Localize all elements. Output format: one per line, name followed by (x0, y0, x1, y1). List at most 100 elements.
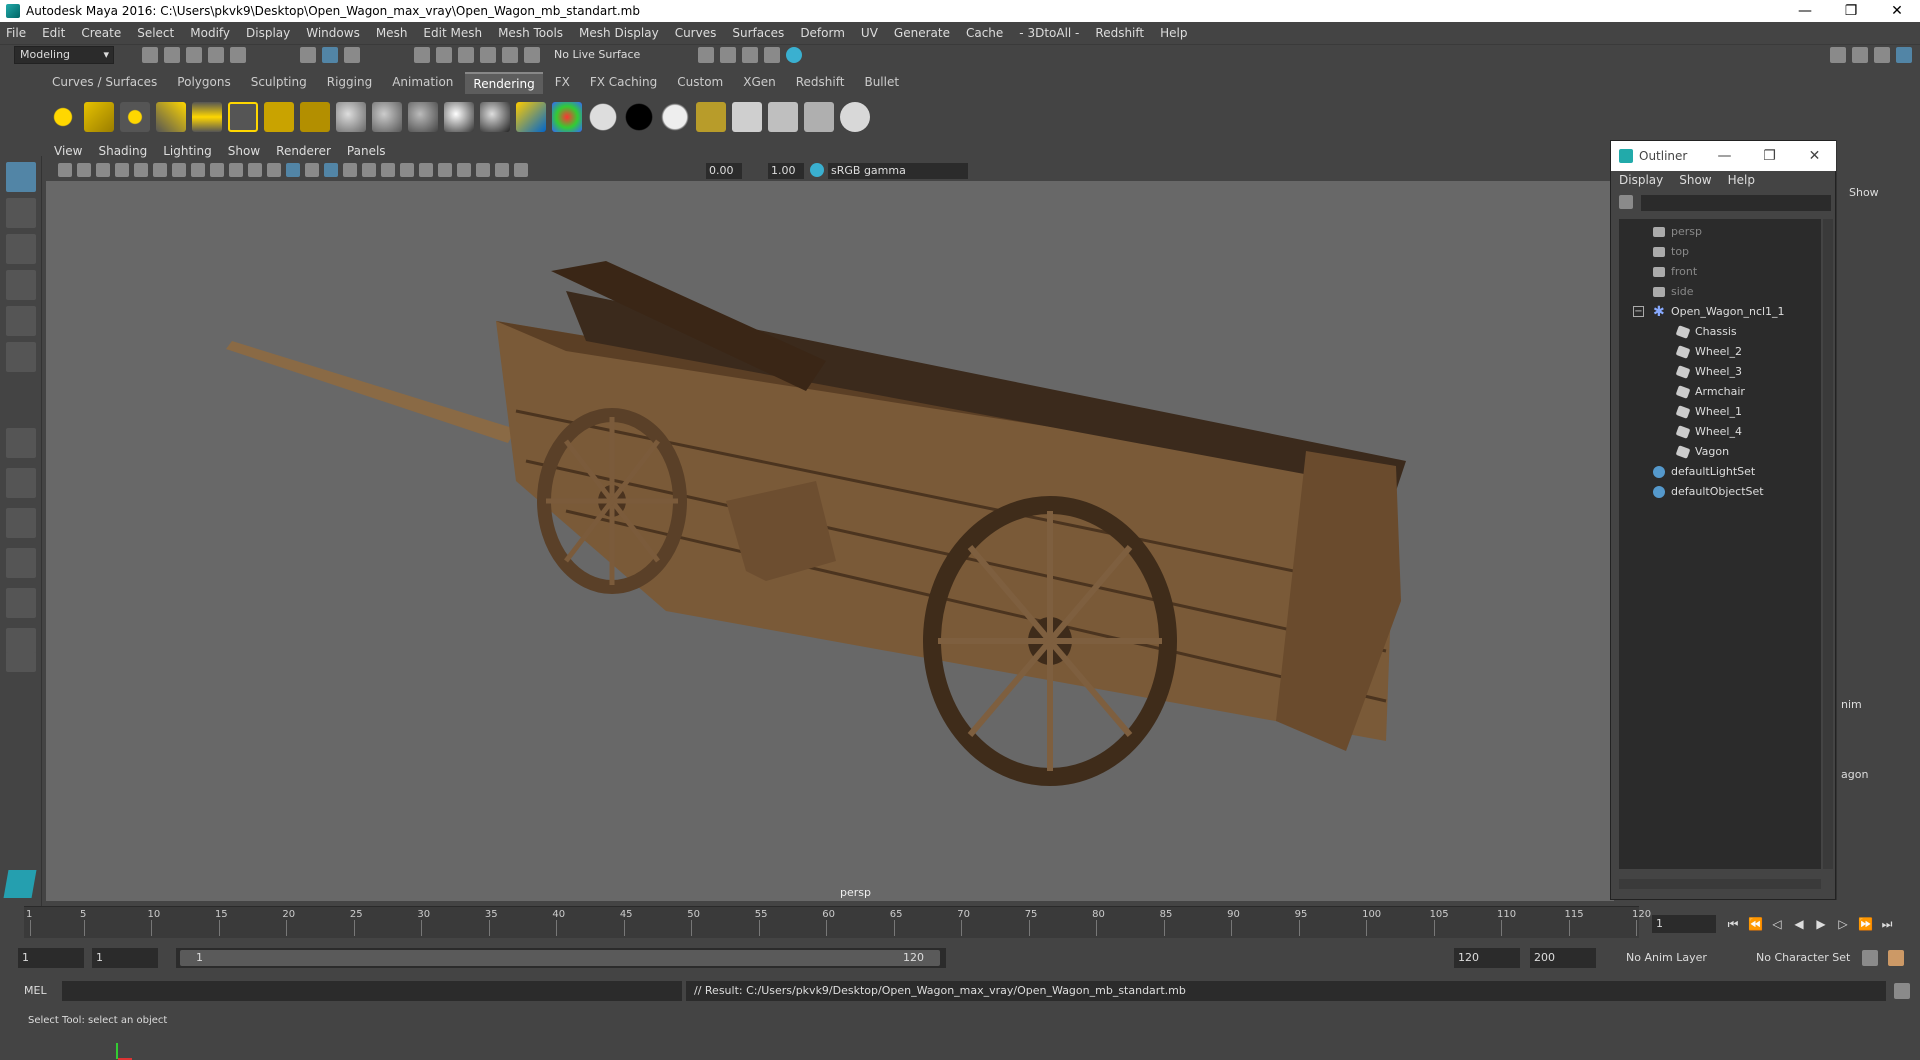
outliner-item[interactable]: Wheel_3 (1675, 363, 1742, 381)
motion-blur-icon[interactable] (400, 163, 414, 177)
xray-joints-icon[interactable] (476, 163, 490, 177)
tool-settings-icon[interactable] (1874, 47, 1890, 63)
use-all-lights-icon[interactable] (343, 163, 357, 177)
step-back-frame-icon[interactable]: ◁ (1770, 917, 1784, 931)
outliner-item[interactable]: front (1653, 263, 1697, 281)
color-space-dropdown[interactable]: sRGB gamma (828, 163, 968, 179)
ipr-render-icon[interactable] (742, 47, 758, 63)
play-backward-icon[interactable]: ◀ (1792, 917, 1806, 931)
menu-mesh[interactable]: Mesh (376, 26, 408, 40)
color-management-icon[interactable] (810, 163, 824, 177)
make-live-icon[interactable] (524, 47, 540, 63)
save-scene-icon[interactable] (186, 47, 202, 63)
channel-box-icon[interactable] (1896, 47, 1912, 63)
point-light-icon[interactable] (120, 102, 150, 132)
shelf-tab-fx-caching[interactable]: FX Caching (582, 72, 665, 94)
step-back-key-icon[interactable]: ⏪ (1748, 917, 1763, 931)
shadows-icon[interactable] (362, 163, 376, 177)
xray-icon[interactable] (457, 163, 471, 177)
shelf-tab-custom[interactable]: Custom (669, 72, 731, 94)
ambient-light-icon[interactable] (48, 102, 78, 132)
menu-cache[interactable]: Cache (966, 26, 1003, 40)
menu-edit[interactable]: Edit (42, 26, 65, 40)
outliner-item[interactable]: Wheel_4 (1675, 423, 1742, 441)
shelf-tab-polygons[interactable]: Polygons (169, 72, 238, 94)
outliner-menu-display[interactable]: Display (1619, 173, 1663, 191)
scale-tool-icon[interactable] (6, 342, 36, 372)
resolution-gate-icon[interactable] (172, 163, 186, 177)
menu-create[interactable]: Create (81, 26, 121, 40)
menu-edit-mesh[interactable]: Edit Mesh (423, 26, 482, 40)
move-tool-icon[interactable] (6, 270, 36, 300)
batch-render-icon[interactable] (804, 102, 834, 132)
collapse-toolbox-icon[interactable] (6, 652, 36, 672)
safe-title-icon[interactable] (248, 163, 262, 177)
character-set-dropdown[interactable]: No Character Set (1752, 948, 1858, 968)
outliner-menu-help[interactable]: Help (1728, 173, 1755, 191)
wireframe-icon[interactable] (267, 163, 281, 177)
outliner-minimize-button[interactable]: — (1702, 148, 1747, 164)
camera-attributes-icon[interactable] (77, 163, 91, 177)
close-button[interactable]: ✕ (1874, 3, 1920, 19)
outliner-item[interactable]: Vagon (1675, 443, 1729, 461)
menu-modify[interactable]: Modify (190, 26, 230, 40)
redo-icon[interactable] (230, 47, 246, 63)
area-light-icon[interactable] (192, 102, 222, 132)
snap-grid-icon[interactable] (414, 47, 430, 63)
render-settings-icon[interactable] (698, 47, 714, 63)
go-to-end-icon[interactable]: ⏭ (1880, 917, 1894, 931)
outliner-item[interactable]: ✱ Open_Wagon_ncl1_1 (1653, 303, 1785, 321)
xray-components-icon[interactable] (495, 163, 509, 177)
shader-phonge-icon[interactable] (444, 102, 474, 132)
shader-surface-icon[interactable] (588, 102, 618, 132)
panel-menu-show[interactable]: Show (228, 144, 260, 158)
render-frame-icon[interactable] (732, 102, 762, 132)
menu-file[interactable]: File (6, 26, 26, 40)
snap-surface-icon[interactable] (502, 47, 518, 63)
lasso-tool-icon[interactable] (6, 198, 36, 228)
shader-layered-icon[interactable] (552, 102, 582, 132)
menu-select[interactable]: Select (137, 26, 174, 40)
smooth-shade-icon[interactable] (286, 163, 300, 177)
outliner-close-button[interactable]: ✕ (1792, 148, 1837, 164)
animation-preferences-icon[interactable] (1888, 950, 1904, 966)
shelf-tab-redshift[interactable]: Redshift (788, 72, 853, 94)
step-forward-frame-icon[interactable]: ▷ (1836, 917, 1850, 931)
perspective-viewport[interactable] (46, 181, 1614, 1060)
menu-display[interactable]: Display (246, 26, 290, 40)
select-object-icon[interactable] (322, 47, 338, 63)
snap-curve-icon[interactable] (436, 47, 452, 63)
mel-label[interactable]: MEL (24, 984, 47, 997)
persp-graph-icon[interactable] (6, 548, 36, 578)
film-gate-icon[interactable] (153, 163, 167, 177)
menu-curves[interactable]: Curves (675, 26, 717, 40)
outliner-maximize-button[interactable]: ❐ (1747, 148, 1792, 164)
anti-aliasing-icon[interactable] (419, 163, 433, 177)
field-chart-icon[interactable] (210, 163, 224, 177)
shelf-tab-xgen[interactable]: XGen (735, 72, 784, 94)
menu-mesh-display[interactable]: Mesh Display (579, 26, 659, 40)
directional-light-icon[interactable] (84, 102, 114, 132)
menu-3dtoall[interactable]: - 3DtoAll - (1019, 26, 1079, 40)
outliner-item[interactable]: Wheel_2 (1675, 343, 1742, 361)
screen-space-ao-icon[interactable] (381, 163, 395, 177)
menu-redshift[interactable]: Redshift (1095, 26, 1144, 40)
grid-icon[interactable] (134, 163, 148, 177)
shelf-tab-sculpting[interactable]: Sculpting (243, 72, 315, 94)
select-hierarchy-icon[interactable] (300, 47, 316, 63)
go-to-start-icon[interactable]: ⏮ (1726, 917, 1740, 931)
menu-help[interactable]: Help (1160, 26, 1187, 40)
minimize-button[interactable]: — (1782, 3, 1828, 19)
shader-phong-icon[interactable] (408, 102, 438, 132)
outliner-item[interactable]: Armchair (1675, 383, 1745, 401)
maximize-button[interactable]: ❐ (1828, 3, 1874, 19)
shelf-tab-animation[interactable]: Animation (384, 72, 461, 94)
anim-end-field[interactable]: 200 (1530, 948, 1596, 968)
new-scene-icon[interactable] (142, 47, 158, 63)
camera-aim-icon[interactable] (300, 102, 330, 132)
hypershade-icon[interactable] (786, 47, 802, 63)
outliner-item[interactable]: top (1653, 243, 1689, 261)
outliner-item[interactable]: defaultObjectSet (1653, 483, 1764, 501)
isolate-select-icon[interactable] (438, 163, 452, 177)
shader-lambert-icon[interactable] (372, 102, 402, 132)
